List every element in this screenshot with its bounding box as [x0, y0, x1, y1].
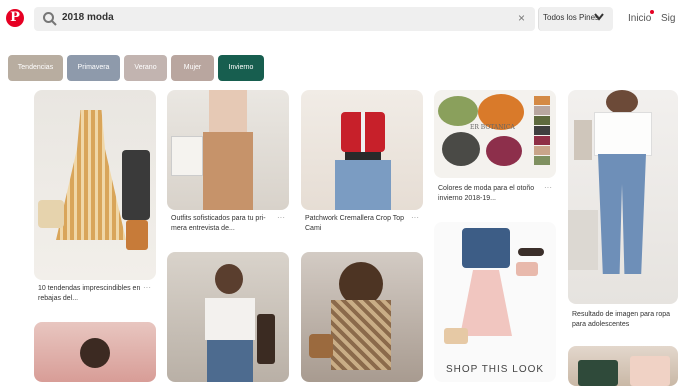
pin-image-model[interactable] — [34, 322, 156, 382]
pin-image-street-style[interactable] — [167, 252, 289, 382]
pin-caption[interactable]: 10 tendendas imprescindibles en rebajas … — [38, 284, 146, 304]
clear-search-icon[interactable]: × — [518, 10, 525, 26]
pin-filter-label: Todos los Pines — [543, 13, 600, 22]
pin-image-floral-top[interactable] — [568, 346, 678, 386]
chip-tendencias[interactable]: Tendencias — [8, 55, 63, 81]
pin-caption[interactable]: Colores de moda para el otoño invierno 2… — [438, 184, 546, 204]
chevron-down-icon — [594, 13, 604, 21]
pin-caption[interactable]: Resultado de imagen para ropa para adole… — [572, 310, 676, 330]
more-options-icon[interactable]: ··· — [544, 183, 552, 193]
pin-image-color-palette[interactable]: ER BOTANICA — [434, 90, 556, 178]
search-icon — [43, 12, 57, 26]
pin-image-yellow-dress[interactable] — [34, 90, 156, 280]
pin-image-scarf[interactable] — [301, 252, 423, 382]
pin-image-work-outfit[interactable] — [167, 90, 289, 210]
pin-caption[interactable]: Patchwork Cremallera Crop Top Cami — [305, 214, 413, 234]
nav-home-link[interactable]: Inicio — [628, 12, 651, 26]
pin-image-crop-top[interactable] — [301, 90, 423, 210]
pin-image-shop-the-look[interactable]: SHOP THIS LOOK — [434, 222, 556, 382]
search-input[interactable]: 2018 moda — [62, 10, 114, 26]
botanica-text: ER BOTANICA — [470, 124, 515, 131]
chip-mujer[interactable]: Mujer — [171, 55, 214, 81]
more-options-icon[interactable]: ··· — [277, 213, 285, 223]
nav-following-link[interactable]: Sig — [661, 12, 675, 26]
notification-dot — [650, 10, 654, 14]
pin-image-teen-outfit[interactable] — [568, 90, 678, 304]
chip-primavera[interactable]: Primavera — [67, 55, 120, 81]
more-options-icon[interactable]: ··· — [143, 283, 151, 293]
shop-this-look-text: SHOP THIS LOOK — [445, 364, 545, 375]
pin-caption[interactable]: Outfits sofisticados para tu pri-mera en… — [171, 214, 279, 234]
more-options-icon[interactable]: ··· — [411, 213, 419, 223]
chip-verano[interactable]: Verano — [124, 55, 167, 81]
chip-invierno[interactable]: Invierno — [218, 55, 264, 81]
pinterest-logo-icon[interactable]: P — [6, 9, 24, 27]
